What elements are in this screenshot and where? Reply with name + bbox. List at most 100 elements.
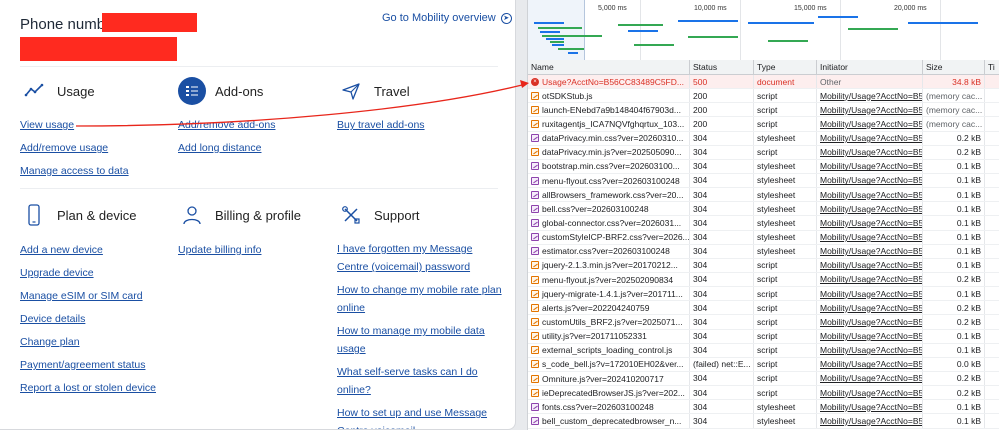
request-name-cell[interactable]: external_scripts_loading_control.js [528,343,690,357]
column-header-type[interactable]: Type [754,60,817,74]
add-long-distance-link[interactable]: Add long distance [178,141,338,155]
request-name-cell[interactable]: allBrowsers_framework.css?ver=20... [528,188,690,202]
table-row[interactable]: dataPrivacy.min.js?ver=202505090... 304 sc… [528,145,999,160]
request-name-cell[interactable]: otSDKStub.js [528,89,690,103]
payment-status-link[interactable]: Payment/agreement status [20,358,180,372]
table-row[interactable]: ieDeprecatedBrowserJS.js?ver=202... 304 sc… [528,386,999,401]
initiator-cell[interactable]: Mobility/Usage?AcctNo=B5... [817,145,923,159]
initiator-cell[interactable]: Mobility/Usage?AcctNo=B5... [817,414,923,428]
request-name-cell[interactable]: menu-flyout.js?ver=202502090834 [528,272,690,287]
table-row[interactable]: jquery-migrate-1.4.1.js?ver=201711... 304… [528,287,999,302]
request-name-cell[interactable]: customStyleICP-BRF2.css?ver=2026... [528,230,690,244]
initiator-cell[interactable]: Mobility/Usage?AcctNo=B5... [817,244,923,258]
request-name-cell[interactable]: × Usage?AcctNo=B56CC83489C5FD... [528,75,690,89]
report-lost-device-link[interactable]: Report a lost or stolen device [20,381,180,395]
initiator-cell[interactable]: Mobility/Usage?AcctNo=B5... [817,103,923,117]
manage-data-usage-link[interactable]: How to manage my mobile data usage [337,322,502,358]
table-row[interactable]: launch-ENebd7a9b148404f67903d... 200 scrip… [528,103,999,118]
table-row[interactable]: external_scripts_loading_control.js 304 sc… [528,343,999,358]
table-row[interactable]: allBrowsers_framework.css?ver=20... 304 st… [528,188,999,203]
initiator-cell[interactable]: Mobility/Usage?AcctNo=B5... [817,272,923,287]
initiator-cell[interactable]: Mobility/Usage?AcctNo=B5... [817,216,923,230]
change-rate-plan-link[interactable]: How to change my mobile rate plan online [337,281,502,317]
initiator-cell[interactable]: Mobility/Usage?AcctNo=B5... [817,329,923,343]
column-header-time[interactable]: Ti [985,60,999,74]
table-row[interactable]: utility.js?ver=201711052331 304 script Mobi… [528,329,999,344]
device-details-link[interactable]: Device details [20,312,180,326]
initiator-cell[interactable]: Mobility/Usage?AcctNo=B5... [817,400,923,414]
initiator-cell[interactable]: Mobility/Usage?AcctNo=B5... [817,131,923,145]
table-row[interactable]: ruxitagentjs_ICA7NQVfghqrtux_103... 200 sc… [528,117,999,132]
initiator-cell[interactable]: Mobility/Usage?AcctNo=B5... [817,188,923,202]
table-row[interactable]: otSDKStub.js 200 script Mobility/Usage?Acct… [528,89,999,104]
request-name-cell[interactable]: global-connector.css?ver=2026031... [528,216,690,230]
initiator-cell[interactable]: Mobility/Usage?AcctNo=B5... [817,173,923,188]
request-name-cell[interactable]: s_code_bell.js?v=172010EH02&ver... [528,357,690,371]
change-plan-link[interactable]: Change plan [20,335,180,349]
add-remove-addons-link[interactable]: Add/remove add-ons [178,118,338,132]
initiator-cell[interactable]: Mobility/Usage?AcctNo=B5... [817,258,923,272]
request-name-cell[interactable]: jquery-2.1.3.min.js?ver=20170212... [528,258,690,272]
table-row[interactable]: s_code_bell.js?v=172010EH02&ver... (faile… [528,357,999,372]
initiator-cell[interactable]: Mobility/Usage?AcctNo=B5... [817,89,923,103]
request-name-cell[interactable]: alerts.js?ver=202204240759 [528,301,690,315]
column-header-status[interactable]: Status [690,60,754,74]
request-name-cell[interactable]: dataPrivacy.min.css?ver=20260310... [528,131,690,145]
setup-voicemail-link[interactable]: How to set up and use Message Centre voi… [337,404,502,429]
table-row[interactable]: fonts.css?ver=202603100248 304 stylesheet M… [528,400,999,415]
initiator-cell[interactable]: Mobility/Usage?AcctNo=B5... [817,371,923,386]
table-row[interactable]: jquery-2.1.3.min.js?ver=20170212... 304 sc… [528,258,999,273]
buy-travel-addons-link[interactable]: Buy travel add-ons [337,118,497,132]
request-name-cell[interactable]: customUtils_BRF2.js?ver=2025071... [528,315,690,329]
table-row[interactable]: estimator.css?ver=202603100248 304 stylesh… [528,244,999,259]
request-name-cell[interactable]: fonts.css?ver=202603100248 [528,400,690,414]
request-name-cell[interactable]: launch-ENebd7a9b148404f67903d... [528,103,690,117]
request-name-cell[interactable]: Omniture.js?ver=202410200717 [528,371,690,386]
table-row[interactable]: dataPrivacy.min.css?ver=20260310... 304 st… [528,131,999,146]
table-row[interactable]: bootstrap.min.css?ver=202603100... 304 sty… [528,159,999,174]
initiator-cell[interactable]: Mobility/Usage?AcctNo=B5... [817,202,923,216]
request-name-cell[interactable]: ieDeprecatedBrowserJS.js?ver=202... [528,386,690,400]
table-row[interactable]: Omniture.js?ver=202410200717 304 script Mob… [528,371,999,387]
initiator-cell[interactable]: Mobility/Usage?AcctNo=B5... [817,386,923,400]
request-name-cell[interactable]: menu-flyout.css?ver=202603100248 [528,173,690,188]
table-row[interactable]: menu-flyout.css?ver=202603100248 304 style… [528,173,999,189]
add-new-device-link[interactable]: Add a new device [20,243,180,257]
request-name-cell[interactable]: bell.css?ver=202603100248 [528,202,690,216]
view-usage-link[interactable]: View usage [20,118,180,132]
column-header-size[interactable]: Size [923,60,985,74]
request-name-cell[interactable]: ruxitagentjs_ICA7NQVfghqrtux_103... [528,117,690,131]
request-name-cell[interactable]: jquery-migrate-1.4.1.js?ver=201711... [528,287,690,301]
request-name-cell[interactable]: bell_custom_deprecatedbrowser_n... [528,414,690,428]
request-name-cell[interactable]: bootstrap.min.css?ver=202603100... [528,159,690,173]
table-row[interactable]: bell_custom_deprecatedbrowser_n... 304 sty… [528,414,999,429]
table-row[interactable]: bell.css?ver=202603100248 304 stylesheet Mo… [528,202,999,217]
table-row[interactable]: global-connector.css?ver=2026031... 304 st… [528,216,999,231]
table-row[interactable]: menu-flyout.js?ver=202502090834 304 script… [528,272,999,288]
table-row[interactable]: customStyleICP-BRF2.css?ver=2026... 304 st… [528,230,999,245]
initiator-cell[interactable]: Mobility/Usage?AcctNo=B5... [817,230,923,244]
update-billing-link[interactable]: Update billing info [178,243,338,257]
network-timeline[interactable]: 5,000 ms 10,000 ms 15,000 ms 20,000 ms [528,0,999,62]
request-name-cell[interactable]: dataPrivacy.min.js?ver=202505090... [528,145,690,159]
initiator-cell[interactable]: Mobility/Usage?AcctNo=B5... [817,315,923,329]
request-name-cell[interactable]: utility.js?ver=201711052331 [528,329,690,343]
initiator-cell[interactable]: Mobility/Usage?AcctNo=B5... [817,301,923,315]
request-name-cell[interactable]: estimator.css?ver=202603100248 [528,244,690,258]
initiator-cell[interactable]: Mobility/Usage?AcctNo=B5... [817,287,923,301]
mobility-overview-link[interactable]: Go to Mobility overview ➤ [382,12,512,24]
self-serve-tasks-link[interactable]: What self-serve tasks can I do online? [337,363,502,399]
column-header-initiator[interactable]: Initiator [817,60,923,74]
table-row[interactable]: × Usage?AcctNo=B56CC83489C5FD... 500 docume… [528,75,999,90]
manage-data-access-link[interactable]: Manage access to data [20,164,180,178]
initiator-cell[interactable]: Mobility/Usage?AcctNo=B5... [817,343,923,357]
add-remove-usage-link[interactable]: Add/remove usage [20,141,180,155]
manage-esim-link[interactable]: Manage eSIM or SIM card [20,289,180,303]
initiator-cell[interactable]: Mobility/Usage?AcctNo=B5... [817,357,923,371]
table-row[interactable]: alerts.js?ver=202204240759 304 script Mobil… [528,301,999,316]
table-row[interactable]: customUtils_BRF2.js?ver=2025071... 304 scr… [528,315,999,330]
initiator-cell[interactable]: Mobility/Usage?AcctNo=B5... [817,159,923,173]
forgot-voicemail-password-link[interactable]: I have forgotten my Message Centre (voic… [337,240,502,276]
column-header-name[interactable]: Name [528,60,690,74]
upgrade-device-link[interactable]: Upgrade device [20,266,180,280]
